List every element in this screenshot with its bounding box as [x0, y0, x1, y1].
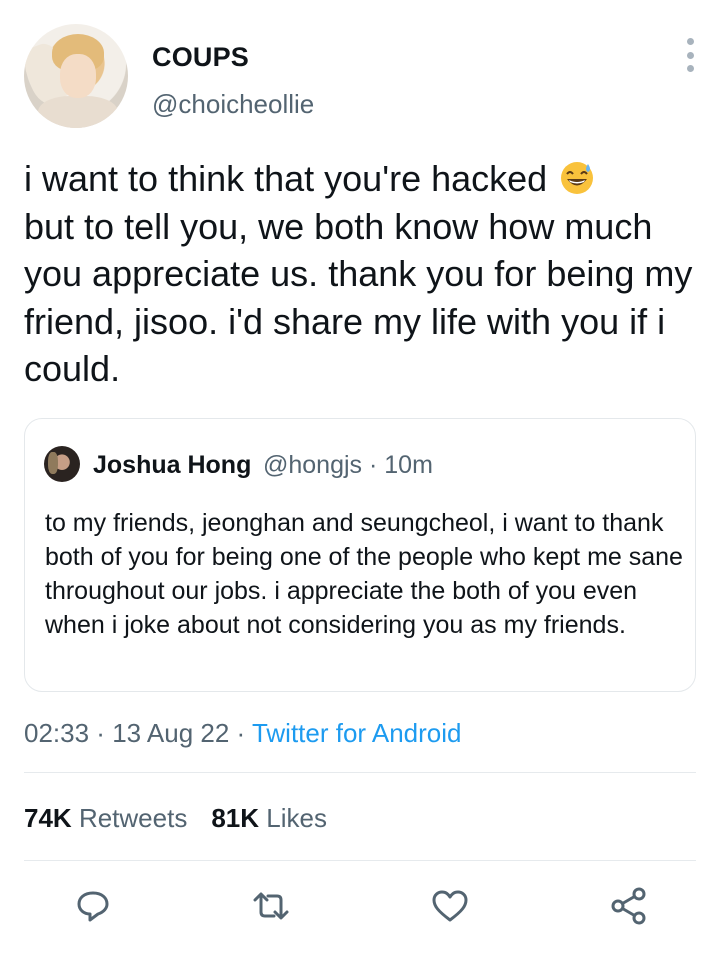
author-display-name[interactable]: COUPS [152, 42, 249, 73]
retweet-icon [253, 892, 289, 920]
author-handle[interactable]: @choicheollie [152, 89, 314, 120]
tweet-date: 13 Aug 22 [112, 718, 230, 748]
quoted-author-avatar[interactable] [44, 446, 80, 482]
likes-stat[interactable]: 81K Likes [211, 803, 327, 833]
quoted-author-meta: @hongjs · 10m [263, 451, 433, 479]
grinning-sweat-emoji [561, 162, 594, 194]
tweet-detail: COUPS @choicheollie i want to think that… [0, 0, 720, 954]
tweet-metadata: 02:33 · 13 Aug 22 · Twitter for Android [24, 718, 462, 748]
tweet-time: 02:33 [24, 718, 90, 748]
quoted-tweet[interactable]: Joshua Hong @hongjs · 10m to my friends,… [24, 418, 696, 692]
share-button[interactable] [607, 884, 651, 928]
heart-icon [432, 890, 468, 922]
share-icon [611, 887, 646, 925]
more-options-icon[interactable] [680, 38, 700, 72]
tweet-text: i want to think that you're hacked but t… [24, 155, 694, 393]
action-bar [0, 884, 720, 928]
tweet-client-link[interactable]: Twitter for Android [252, 718, 462, 748]
retweet-button[interactable] [249, 884, 293, 928]
engagement-stats: 74K Retweets 81K Likes [24, 803, 327, 834]
retweets-stat[interactable]: 74K Retweets [24, 803, 187, 833]
tweet-text-line1: i want to think that you're hacked [24, 158, 548, 199]
reply-button[interactable] [71, 884, 115, 928]
quoted-author-name[interactable]: Joshua Hong [93, 451, 251, 480]
divider [24, 772, 696, 773]
divider [24, 860, 696, 861]
like-button[interactable] [428, 884, 472, 928]
tweet-text-cont: but to tell you, we both know how much y… [24, 205, 693, 390]
author-avatar[interactable] [24, 24, 128, 128]
reply-icon [77, 891, 109, 922]
quoted-tweet-text: to my friends, jeonghan and seungcheol, … [45, 509, 683, 639]
